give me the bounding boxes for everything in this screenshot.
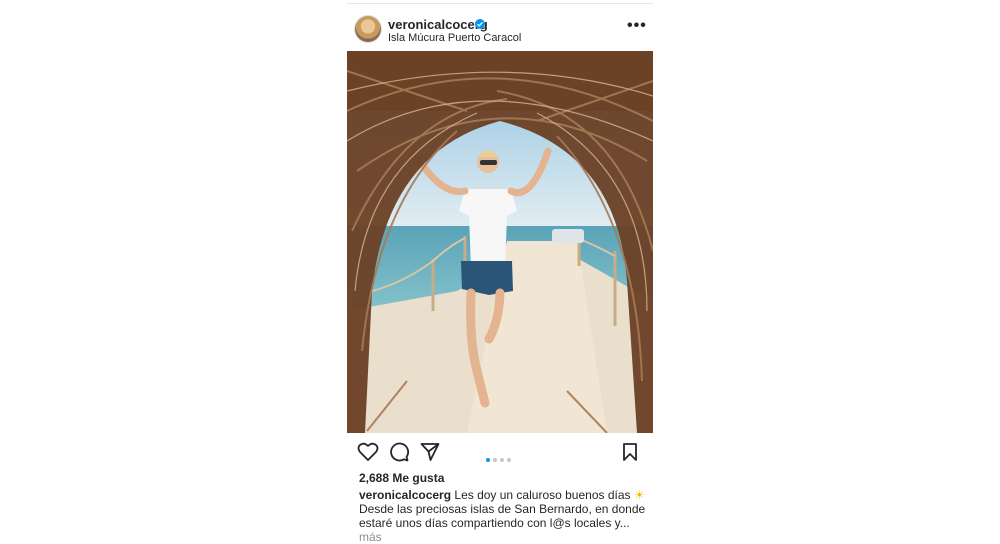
carousel-indicator bbox=[486, 449, 514, 467]
caption-text-line1: Les doy un caluroso buenos días bbox=[454, 488, 631, 502]
carousel-dot-active bbox=[486, 458, 490, 462]
caption-username[interactable]: veronicalcocerg bbox=[359, 488, 451, 502]
divider bbox=[347, 3, 653, 4]
beach-photo bbox=[347, 51, 653, 433]
avatar[interactable] bbox=[355, 16, 381, 42]
post-header: veronicalcocerg Isla Múcura Puerto Carac… bbox=[347, 10, 653, 48]
carousel-dot bbox=[500, 458, 504, 462]
more-options-icon[interactable]: ••• bbox=[627, 18, 647, 34]
carousel-dot bbox=[507, 458, 511, 462]
post-actions bbox=[347, 440, 653, 466]
more-link[interactable]: más bbox=[359, 530, 382, 544]
caption-text-line2: Desde las preciosas islas de San Bernard… bbox=[359, 502, 646, 516]
location[interactable]: Isla Múcura Puerto Caracol bbox=[388, 32, 521, 44]
comment-icon[interactable] bbox=[389, 442, 409, 467]
instagram-post: veronicalcocerg Isla Múcura Puerto Carac… bbox=[347, 0, 653, 544]
carousel-dot bbox=[493, 458, 497, 462]
post-caption: veronicalcocerg Les doy un caluroso buen… bbox=[359, 488, 649, 544]
share-icon[interactable] bbox=[420, 442, 440, 467]
username[interactable]: veronicalcocerg bbox=[388, 17, 488, 32]
heart-icon[interactable] bbox=[357, 442, 379, 467]
sun-emoji: ☀ bbox=[633, 488, 645, 502]
post-photo[interactable] bbox=[347, 51, 653, 433]
bookmark-icon[interactable] bbox=[622, 442, 638, 467]
likes-count[interactable]: 2,688 Me gusta bbox=[359, 471, 444, 485]
caption-text-line3: estaré unos días compartiendo con l@s lo… bbox=[359, 516, 630, 530]
verified-badge-icon bbox=[475, 19, 485, 29]
